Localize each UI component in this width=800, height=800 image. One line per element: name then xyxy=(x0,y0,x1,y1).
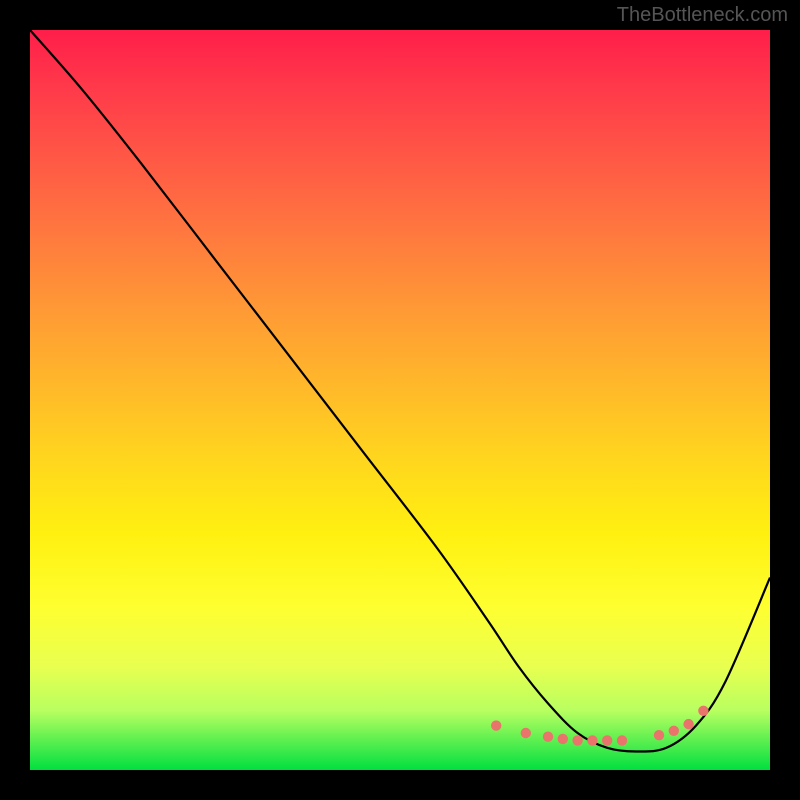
highlight-dot xyxy=(521,728,531,738)
watermark-text: TheBottleneck.com xyxy=(617,4,788,27)
chart-plot-area xyxy=(30,30,770,770)
chart-svg xyxy=(30,30,770,770)
highlight-dot xyxy=(543,732,553,742)
highlight-dot xyxy=(491,720,501,730)
highlight-dot xyxy=(669,726,679,736)
highlight-dot xyxy=(602,735,612,745)
highlight-dot xyxy=(617,735,627,745)
highlight-dot xyxy=(683,719,693,729)
highlight-dot xyxy=(654,730,664,740)
highlight-dot xyxy=(572,735,582,745)
highlight-dot xyxy=(587,735,597,745)
highlight-dot xyxy=(698,706,708,716)
chart-curve-line xyxy=(30,30,770,752)
highlight-dot xyxy=(558,734,568,744)
chart-highlight-dots xyxy=(491,706,709,746)
